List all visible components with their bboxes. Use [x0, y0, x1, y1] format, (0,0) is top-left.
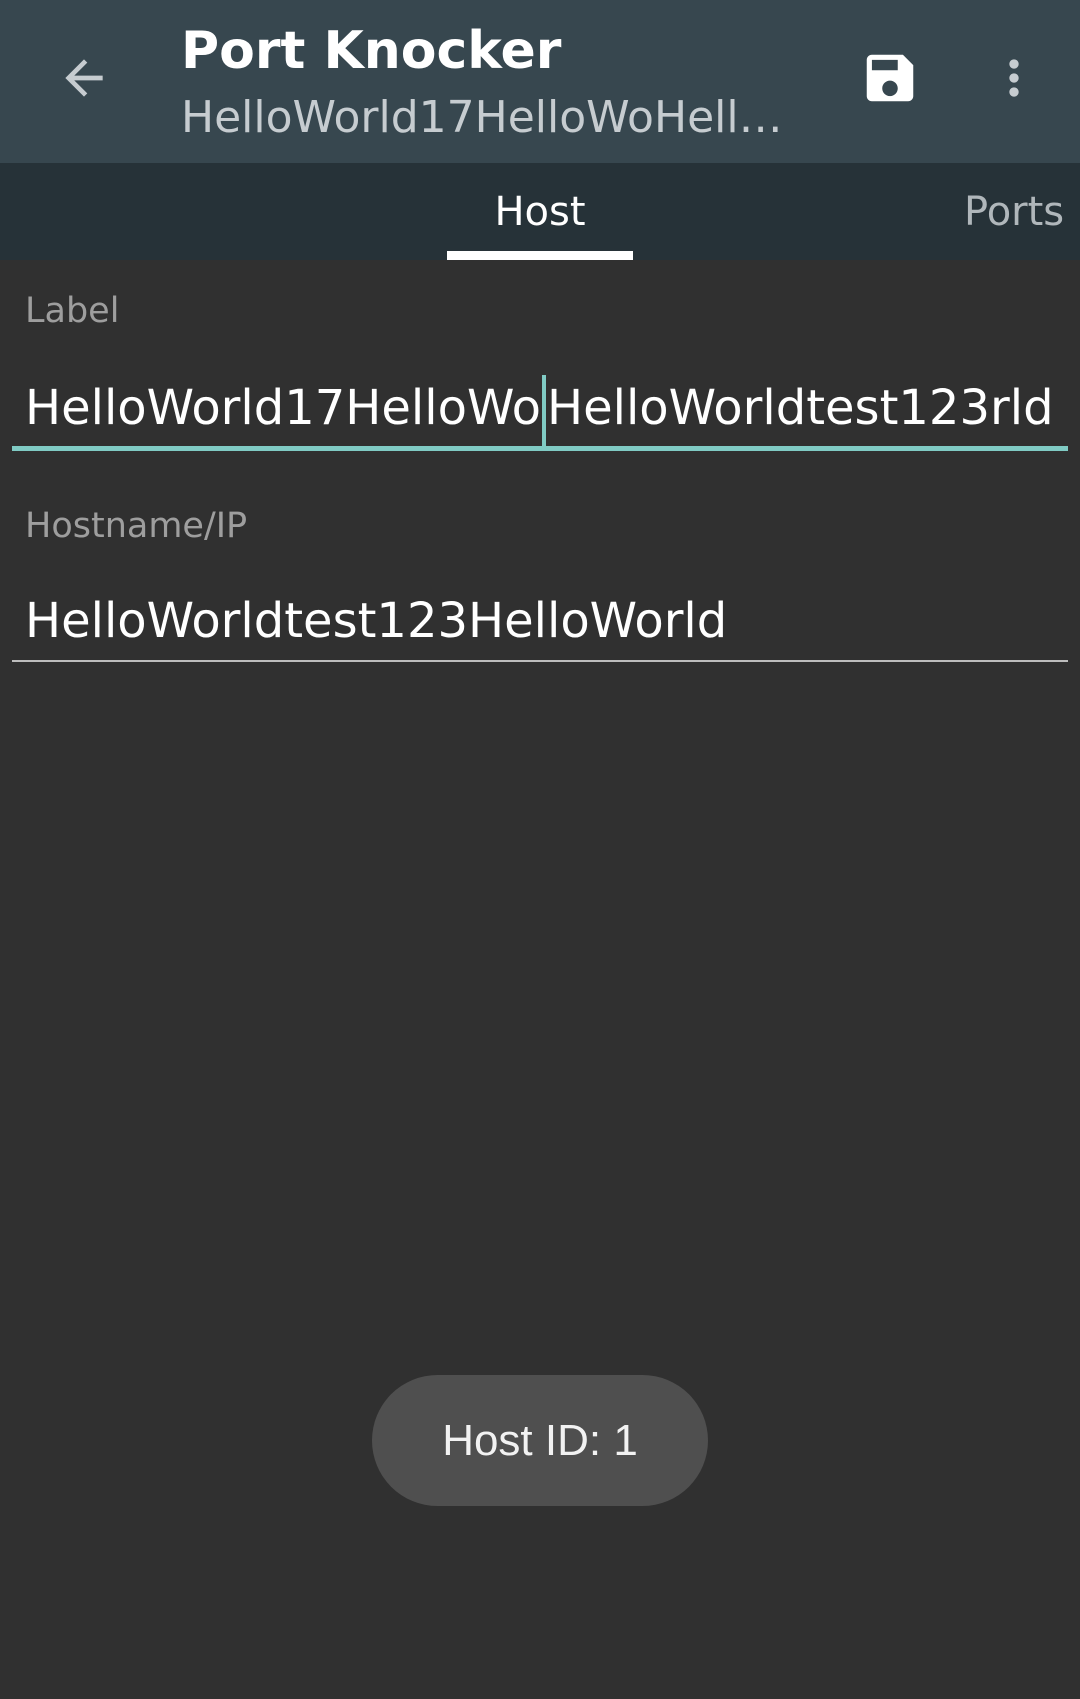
- hostname-input-underline: [12, 660, 1068, 662]
- app-toolbar: Port Knocker HelloWorld17HelloWoHello…: [0, 0, 1080, 163]
- toast-text: Host ID: 1: [442, 1415, 638, 1465]
- back-button[interactable]: [40, 36, 128, 124]
- label-input-underline-focused: [12, 446, 1068, 451]
- tab-host[interactable]: Host: [447, 163, 633, 260]
- label-input-text-after-cursor: HelloWorldtest123rld: [546, 380, 1054, 436]
- label-input[interactable]: HelloWorld17HelloWo HelloWorldtest123rld: [12, 368, 1068, 448]
- save-button[interactable]: [846, 36, 934, 124]
- app-title: Port Knocker: [181, 21, 562, 81]
- title-block: Port Knocker HelloWorld17HelloWoHello…: [181, 14, 801, 148]
- label-input-text-before-cursor: HelloWorld17HelloWo: [25, 380, 541, 436]
- more-vert-icon: [986, 50, 1042, 110]
- tab-ports[interactable]: Ports: [948, 163, 1080, 260]
- port-knocker-screen: Port Knocker HelloWorld17HelloWoHello… H…: [0, 0, 1080, 1699]
- hostname-field-caption: Hostname/IP: [25, 506, 248, 546]
- tab-bar: Host Ports: [0, 163, 1080, 260]
- save-icon: [859, 47, 921, 113]
- toast-message: Host ID: 1: [372, 1375, 708, 1506]
- overflow-menu-button[interactable]: [970, 36, 1058, 124]
- hostname-input[interactable]: HelloWorldtest123HelloWorld: [12, 581, 1068, 661]
- app-subtitle: HelloWorld17HelloWoHello…: [181, 92, 791, 143]
- label-field-caption: Label: [25, 291, 120, 331]
- tab-selected-indicator: [447, 251, 633, 260]
- arrow-back-icon: [56, 50, 112, 110]
- text-cursor: [541, 375, 546, 447]
